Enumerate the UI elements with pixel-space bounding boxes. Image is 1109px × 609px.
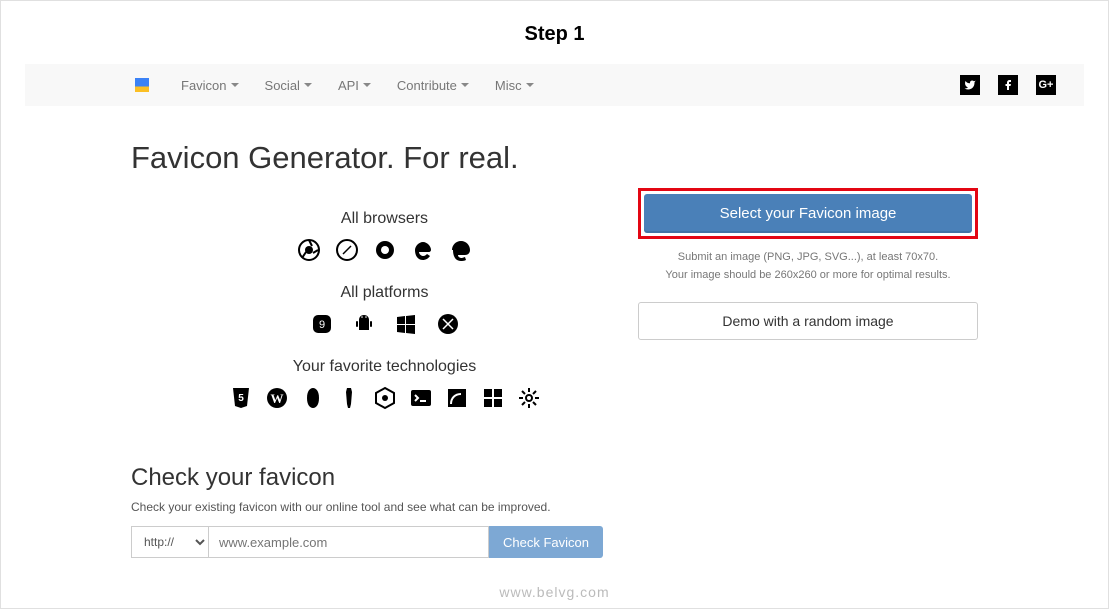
safari-icon [335, 238, 359, 262]
step-title: Step 1 [1, 23, 1108, 46]
hero-heading: Favicon Generator. For real. [131, 140, 638, 176]
chrome-icon [297, 238, 321, 262]
svg-text:9: 9 [318, 319, 324, 331]
gulp-icon [337, 386, 361, 410]
chevron-down-icon [461, 83, 469, 87]
grunt-icon [301, 386, 325, 410]
svg-text:W: W [270, 391, 283, 406]
right-column: Select your Favicon image Submit an imag… [638, 140, 978, 432]
highlight-box: Select your Favicon image [638, 188, 978, 239]
check-description: Check your existing favicon with our onl… [131, 500, 978, 514]
left-column: Favicon Generator. For real. All browser… [131, 140, 638, 432]
chevron-down-icon [526, 83, 534, 87]
social-links: G+ [960, 75, 1056, 95]
wordpress-icon: W [265, 386, 289, 410]
hint-line2: Your image should be 260x260 or more for… [638, 267, 978, 285]
chevron-down-icon [304, 83, 312, 87]
ios-icon: 9 [310, 312, 334, 336]
twitter-icon[interactable] [960, 75, 980, 95]
gear-flower-icon [517, 386, 541, 410]
microsoft-icon [481, 386, 505, 410]
nav-items: Favicon Social API Contribute Misc [171, 72, 544, 99]
check-section: Check your favicon Check your existing f… [131, 464, 978, 558]
tech-label: Your favorite technologies [131, 358, 638, 376]
googleplus-icon[interactable]: G+ [1036, 75, 1056, 95]
check-favicon-button[interactable]: Check Favicon [489, 526, 603, 558]
nav-label: Misc [495, 78, 522, 93]
browsers-label: All browsers [131, 210, 638, 228]
windows-icon [394, 312, 418, 336]
nav-misc[interactable]: Misc [485, 72, 544, 99]
platform-icons: 9 [131, 312, 638, 336]
cli-icon [409, 386, 433, 410]
chevron-down-icon [231, 83, 239, 87]
nav-social[interactable]: Social [255, 72, 322, 99]
ie-icon [411, 238, 435, 262]
browser-icons [131, 238, 638, 262]
url-input[interactable] [209, 526, 489, 558]
select-favicon-button[interactable]: Select your Favicon image [644, 194, 972, 233]
hint-line1: Submit an image (PNG, JPG, SVG...), at l… [638, 249, 978, 267]
facebook-icon[interactable] [998, 75, 1018, 95]
nav-favicon[interactable]: Favicon [171, 72, 249, 99]
protocol-select[interactable]: http:// [131, 526, 209, 558]
nav-label: Favicon [181, 78, 227, 93]
nav-label: Contribute [397, 78, 457, 93]
chevron-down-icon [363, 83, 371, 87]
site-logo-icon[interactable] [135, 78, 149, 92]
nav-label: API [338, 78, 359, 93]
watermark: www.belvg.com [1, 584, 1108, 600]
rails-icon [445, 386, 469, 410]
check-form: http:// Check Favicon [131, 526, 978, 558]
nodejs-icon [373, 386, 397, 410]
tech-icons: 5 W [131, 386, 638, 410]
html5-icon: 5 [229, 386, 253, 410]
nav-api[interactable]: API [328, 72, 381, 99]
demo-button[interactable]: Demo with a random image [638, 302, 978, 340]
nav-label: Social [265, 78, 300, 93]
macos-icon [436, 312, 460, 336]
nav-contribute[interactable]: Contribute [387, 72, 479, 99]
android-icon [352, 312, 376, 336]
platforms-label: All platforms [131, 284, 638, 302]
svg-text:5: 5 [238, 393, 244, 404]
firefox-icon [373, 238, 397, 262]
navbar: Favicon Social API Contribute Misc G+ [25, 64, 1084, 106]
upload-hint: Submit an image (PNG, JPG, SVG...), at l… [638, 249, 978, 284]
check-title: Check your favicon [131, 464, 978, 492]
edge-icon [449, 238, 473, 262]
